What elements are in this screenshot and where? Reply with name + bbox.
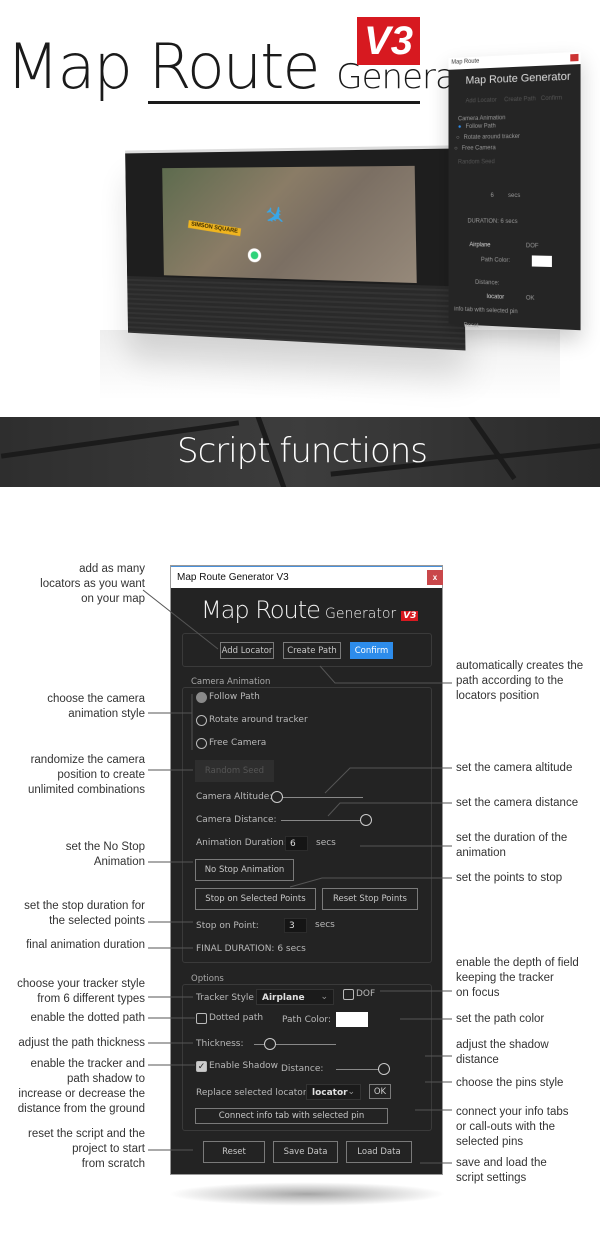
callout-line [289,877,452,888]
callout-line [324,767,452,794]
callout-lines [142,589,452,1164]
callout-line [327,802,452,817]
callout-line [319,665,452,684]
callout-line [142,589,219,650]
